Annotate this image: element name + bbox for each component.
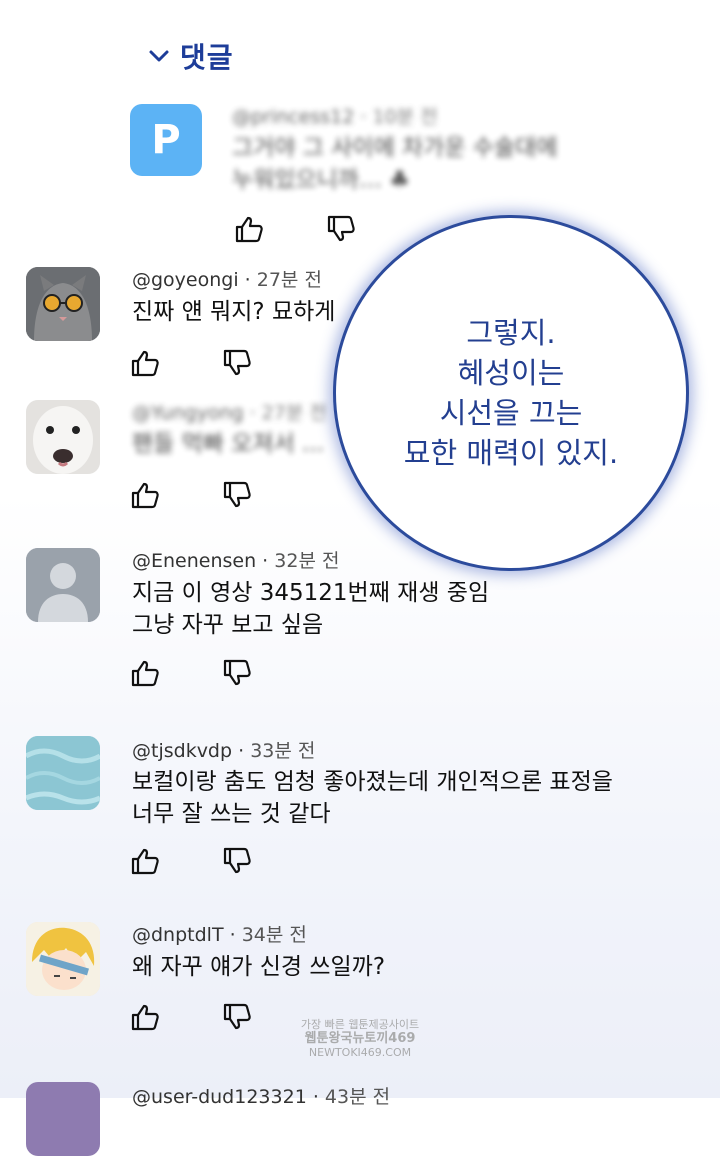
speech-line: 그렇지.: [466, 316, 556, 350]
comments-section-toggle[interactable]: 댓글: [148, 36, 234, 76]
comment-author[interactable]: @goyeongi: [132, 269, 239, 291]
comment-author[interactable]: @Yungyong: [132, 402, 244, 424]
default-user-icon: [26, 548, 100, 622]
comment-line: 보컬이랑 춤도 엄청 좋아졌는데 개인적으론 표정을: [132, 769, 613, 795]
comment-text: 진짜 얜 뭐지? 묘하게: [132, 296, 335, 328]
thumbs-down-icon[interactable]: [222, 846, 252, 876]
comment-meta: @Enenensen · 32분 전: [132, 550, 340, 572]
thumbs-up-icon[interactable]: [130, 658, 160, 688]
comment-meta: @Yungyong · 27분 전: [132, 402, 327, 424]
comment-line: 너무 잘 쓰는 것 같다: [132, 801, 331, 827]
speech-line: 묘한 매력이 있지.: [403, 436, 619, 470]
comment-author[interactable]: @princess12: [232, 106, 354, 128]
comment-text: 그거야 그 사이에 차가운 수술대에 누워있으니까… ♣: [232, 132, 557, 196]
speech-line: 시선을 끄는: [439, 396, 583, 430]
comment-author[interactable]: @dnptdlT: [132, 924, 224, 946]
anime-avatar-image: [26, 922, 100, 996]
comment-line: 진짜 얜 뭐지? 묘하게: [132, 299, 336, 325]
comment-time: 32분 전: [274, 550, 340, 572]
comment-line: 그냥 자꾸 보고 싶음: [132, 612, 324, 638]
watermark-line: 웹툰왕국뉴토끼469: [304, 1031, 416, 1046]
comment-time: 27분 전: [261, 402, 327, 424]
watermark-line: NEWTOKI469.COM: [308, 1046, 412, 1059]
thumbs-down-icon[interactable]: [222, 658, 252, 688]
comment-author[interactable]: @tjsdkvdp: [132, 740, 232, 762]
speech-bubble: 그렇지. 혜성이는 시선을 끄는 묘한 매력이 있지.: [333, 215, 689, 571]
thumbs-down-icon[interactable]: [222, 1002, 252, 1032]
thumbs-up-icon[interactable]: [130, 1002, 160, 1032]
avatar[interactable]: [26, 400, 100, 474]
comment-time: 10분 전: [372, 106, 438, 128]
comment-text: 보컬이랑 춤도 엄청 좋아졌는데 개인적으론 표정을 너무 잘 쓰는 것 같다: [132, 766, 613, 830]
comment-line: 지금 이 영상 345121번째 재생 중임: [132, 580, 490, 606]
comment-actions: [130, 480, 252, 510]
thumbs-down-icon[interactable]: [222, 348, 252, 378]
comment-meta: @user-dud123321 · 43분 전: [132, 1086, 391, 1108]
comment-author[interactable]: @user-dud123321: [132, 1086, 307, 1108]
thumbs-down-icon[interactable]: [326, 214, 356, 244]
dog-avatar-image: [26, 400, 100, 474]
comment-time: 43분 전: [324, 1086, 391, 1108]
water-avatar-image: [26, 736, 100, 810]
comment-time: 34분 전: [241, 924, 307, 946]
avatar[interactable]: [26, 267, 100, 341]
comment-text: 팬들 먹빠 오져서 ...: [132, 428, 324, 460]
cat-avatar-image: [26, 267, 100, 341]
comment-actions: [234, 214, 356, 244]
comment-actions: [130, 658, 252, 688]
chevron-down-icon: [149, 50, 169, 62]
comment-meta: @goyeongi · 27분 전: [132, 269, 322, 291]
comment-actions: [130, 1002, 252, 1032]
comment-actions: [130, 348, 252, 378]
comment-actions: [130, 846, 252, 876]
comment-author[interactable]: @Enenensen: [132, 550, 256, 572]
watermark: 가장 빠른 웹툰제공사이트 웹툰왕국뉴토끼469 NEWTOKI469.COM: [290, 1018, 430, 1060]
comment-line: 누워있으니까… ♣: [232, 167, 410, 193]
avatar[interactable]: [26, 922, 100, 996]
thumbs-up-icon[interactable]: [234, 214, 264, 244]
speech-line: 혜성이는: [457, 356, 565, 390]
comments-title: 댓글: [180, 41, 234, 74]
avatar-letter: P: [151, 117, 181, 163]
comment-text: 지금 이 영상 345121번째 재생 중임 그냥 자꾸 보고 싶음: [132, 577, 489, 641]
comment-meta: @dnptdlT · 34분 전: [132, 924, 307, 946]
thumbs-up-icon[interactable]: [130, 480, 160, 510]
avatar[interactable]: [26, 548, 100, 622]
thumbs-up-icon[interactable]: [130, 846, 160, 876]
watermark-line: 가장 빠른 웹툰제공사이트: [300, 1018, 420, 1031]
avatar[interactable]: [26, 1082, 100, 1156]
thumbs-down-icon[interactable]: [222, 480, 252, 510]
comment-time: 33분 전: [250, 740, 316, 762]
avatar[interactable]: P: [130, 104, 202, 176]
comment-meta: @tjsdkvdp · 33분 전: [132, 740, 316, 762]
comment-time: 27분 전: [256, 269, 322, 291]
comment-text: 왜 자꾸 얘가 신경 쓰일까?: [132, 951, 385, 983]
comment-line: 팬들 먹빠 오져서 ...: [132, 431, 324, 457]
comment-line: 그거야 그 사이에 차가운 수술대에: [232, 135, 558, 161]
comment-line: 왜 자꾸 얘가 신경 쓰일까?: [132, 954, 386, 980]
avatar[interactable]: [26, 736, 100, 810]
thumbs-up-icon[interactable]: [130, 348, 160, 378]
comment-meta: @princess12 · 10분 전: [232, 106, 438, 128]
